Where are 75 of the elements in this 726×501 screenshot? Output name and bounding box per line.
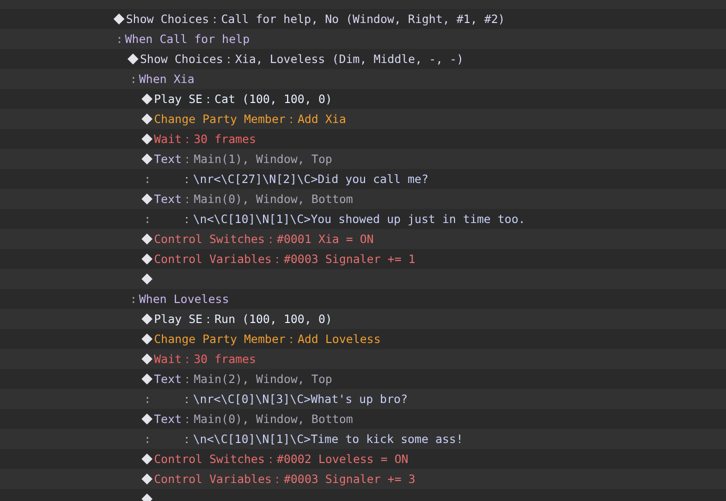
- diamond-icon: [141, 473, 153, 485]
- event-command-row[interactable]: : ：\n<\C[10]\N[1]\C>Time to kick some ass!: [0, 429, 726, 449]
- diamond-icon: [113, 13, 125, 25]
- command-parameters: ：Main(0), Window, Bottom: [182, 192, 353, 206]
- diamond-icon: [141, 133, 153, 145]
- branch-label: When Loveless: [139, 292, 230, 306]
- command-name: Show Choices: [140, 52, 224, 66]
- diamond-icon: [141, 253, 153, 265]
- branch-marker: :: [130, 292, 138, 306]
- command-name: Show Choices: [126, 12, 210, 26]
- message-text: ：\nr<\C[0]\N[3]\C>What's up bro?: [181, 392, 408, 406]
- message-text: ：\n<\C[10]\N[1]\C>Time to kick some ass!: [181, 432, 464, 446]
- diamond-icon: [141, 333, 153, 345]
- message-text: ：\n<\C[10]\N[1]\C>You showed up just in time too.: [181, 212, 526, 226]
- command-name: Change Party Member: [154, 332, 286, 346]
- command-name: Change Party Member: [154, 112, 286, 126]
- event-command-row[interactable]: : When Xia: [0, 69, 726, 89]
- diamond-icon: [141, 233, 153, 245]
- command-parameters: ：Call for help, No (Window, Right, #1, #2): [209, 12, 505, 26]
- command-parameters: ：Run (100, 100, 0): [202, 312, 332, 326]
- command-name: Control Switches: [154, 452, 265, 466]
- event-command-row[interactable]: Control Variables：#0003 Signaler += 3: [0, 469, 726, 489]
- diamond-icon: [141, 373, 153, 385]
- event-command-row[interactable]: [0, 269, 726, 289]
- event-command-row[interactable]: : When Call for help: [0, 29, 726, 49]
- message-text: ：\nr<\C[27]\N[2]\C>Did you call me?: [181, 172, 428, 186]
- command-parameters: ：Add Loveless: [286, 332, 381, 346]
- event-command-row[interactable]: Change Party Member：Add Xia: [0, 109, 726, 129]
- diamond-icon: [141, 273, 153, 285]
- diamond-icon: [141, 193, 153, 205]
- continuation-marker: :: [144, 172, 152, 186]
- diamond-icon: [141, 413, 153, 425]
- command-name: Text: [154, 152, 182, 166]
- event-command-row[interactable]: Text：Main(0), Window, Bottom: [0, 189, 726, 209]
- diamond-icon: [141, 353, 153, 365]
- command-name: Control Switches: [154, 232, 265, 246]
- diamond-icon: [141, 453, 153, 465]
- command-parameters: ：Xia, Loveless (Dim, Middle, -, -): [223, 52, 464, 66]
- command-parameters: ：Main(0), Window, Bottom: [182, 412, 353, 426]
- diamond-icon: [141, 113, 153, 125]
- branch-label: When Call for help: [125, 32, 250, 46]
- command-name: Text: [154, 412, 182, 426]
- command-parameters: ：#0002 Loveless = ON: [264, 452, 408, 466]
- command-parameters: ：Main(1), Window, Top: [182, 152, 332, 166]
- event-command-row[interactable]: Wait：30 frames: [0, 349, 726, 369]
- command-parameters: ：30 frames: [182, 132, 256, 146]
- event-command-row[interactable]: Text：Main(1), Window, Top: [0, 149, 726, 169]
- command-name: Text: [154, 372, 182, 386]
- event-command-row[interactable]: Play SE：Run (100, 100, 0): [0, 309, 726, 329]
- diamond-icon: [141, 313, 153, 325]
- command-name: Control Variables: [154, 252, 272, 266]
- event-command-row[interactable]: Control Switches：#0001 Xia = ON: [0, 229, 726, 249]
- command-name: Control Variables: [154, 472, 272, 486]
- command-parameters: ：#0003 Signaler += 1: [272, 252, 416, 266]
- continuation-marker: :: [144, 392, 152, 406]
- command-parameters: ：#0003 Signaler += 3: [272, 472, 416, 486]
- command-name: Play SE: [154, 92, 202, 106]
- command-parameters: ：30 frames: [182, 352, 256, 366]
- branch-marker: :: [130, 72, 138, 86]
- command-parameters: ：#0001 Xia = ON: [264, 232, 374, 246]
- continuation-marker: :: [144, 432, 152, 446]
- continuation-marker: :: [144, 212, 152, 226]
- command-name: Text: [154, 192, 182, 206]
- command-parameters: ：Cat (100, 100, 0): [202, 92, 332, 106]
- command-name: Play SE: [154, 312, 202, 326]
- command-parameters: ：Main(2), Window, Top: [182, 372, 332, 386]
- diamond-icon: [127, 53, 139, 65]
- branch-marker: :: [116, 32, 124, 46]
- command-name: Wait: [154, 132, 182, 146]
- command-parameters: ：Add Xia: [286, 112, 346, 126]
- diamond-icon: [141, 93, 153, 105]
- diamond-icon: [141, 153, 153, 165]
- command-name: Wait: [154, 352, 182, 366]
- event-command-row[interactable]: : ：\nr<\C[0]\N[3]\C>What's up bro?: [0, 389, 726, 409]
- branch-label: When Xia: [139, 72, 194, 86]
